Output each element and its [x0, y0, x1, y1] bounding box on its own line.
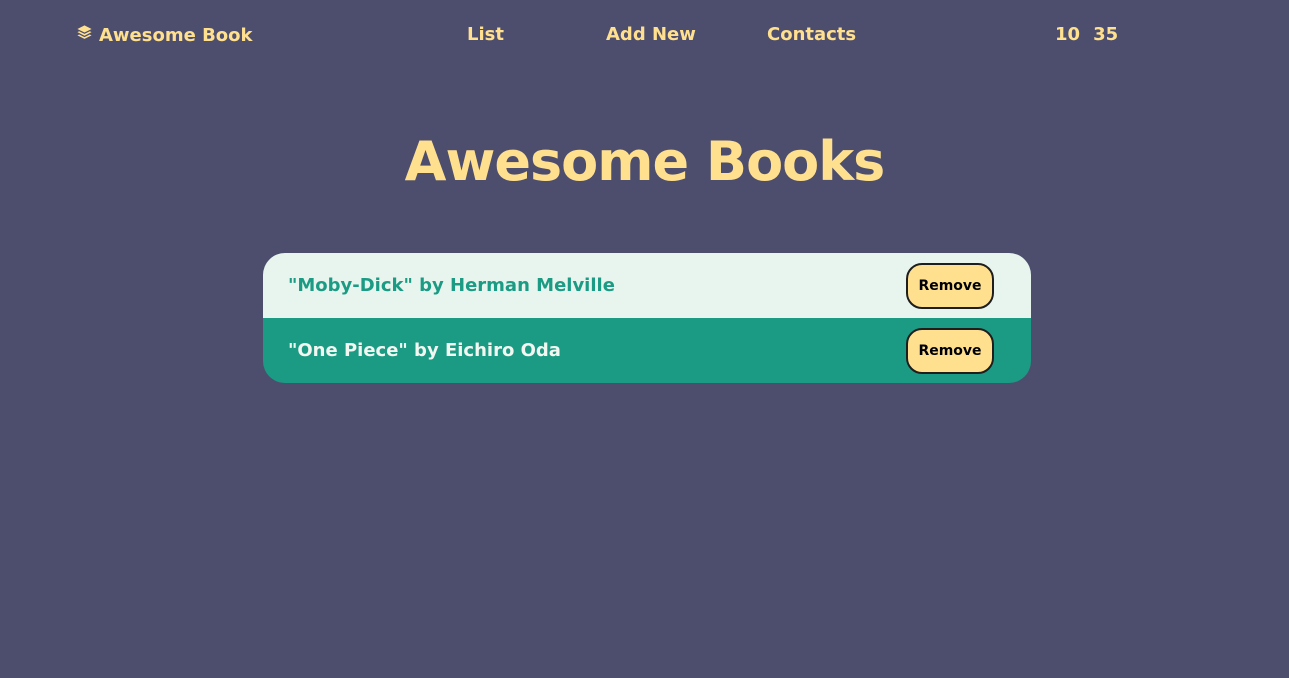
layers-icon	[76, 24, 93, 46]
book-list: "Moby-Dick" by Herman Melville Remove "O…	[263, 253, 1031, 383]
book-list-item: "One Piece" by Eichiro Oda Remove	[263, 318, 1031, 383]
nav-link-list[interactable]: List	[467, 24, 504, 45]
nav-link-contacts[interactable]: Contacts	[767, 24, 856, 45]
brand-link[interactable]: Awesome Book	[76, 24, 253, 46]
book-title: "One Piece" by Eichiro Oda	[288, 340, 561, 361]
navbar: Awesome Book List Add New Contacts 10 35	[0, 0, 1289, 70]
clock-hours: 10	[1055, 24, 1081, 45]
nav-link-add-new[interactable]: Add New	[606, 24, 696, 45]
clock-minutes: 35	[1093, 24, 1119, 45]
book-list-item: "Moby-Dick" by Herman Melville Remove	[263, 253, 1031, 318]
book-title: "Moby-Dick" by Herman Melville	[288, 275, 615, 296]
brand-label: Awesome Book	[99, 24, 253, 46]
remove-button[interactable]: Remove	[906, 262, 994, 309]
clock: 10 35	[1055, 24, 1118, 45]
remove-button[interactable]: Remove	[906, 327, 994, 374]
page-title: Awesome Books	[404, 130, 886, 193]
